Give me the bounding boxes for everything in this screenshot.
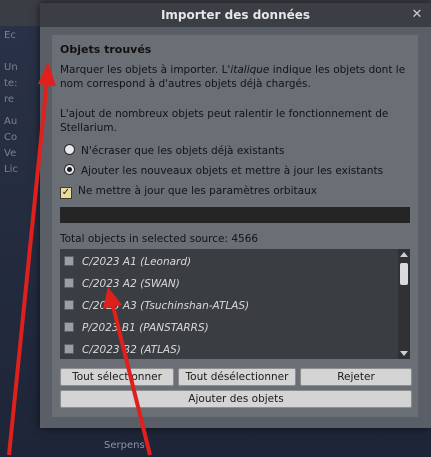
annotation-arrows <box>7 62 152 456</box>
annotation-arrow-right <box>103 287 152 456</box>
annotation-arrow-left <box>7 62 56 456</box>
